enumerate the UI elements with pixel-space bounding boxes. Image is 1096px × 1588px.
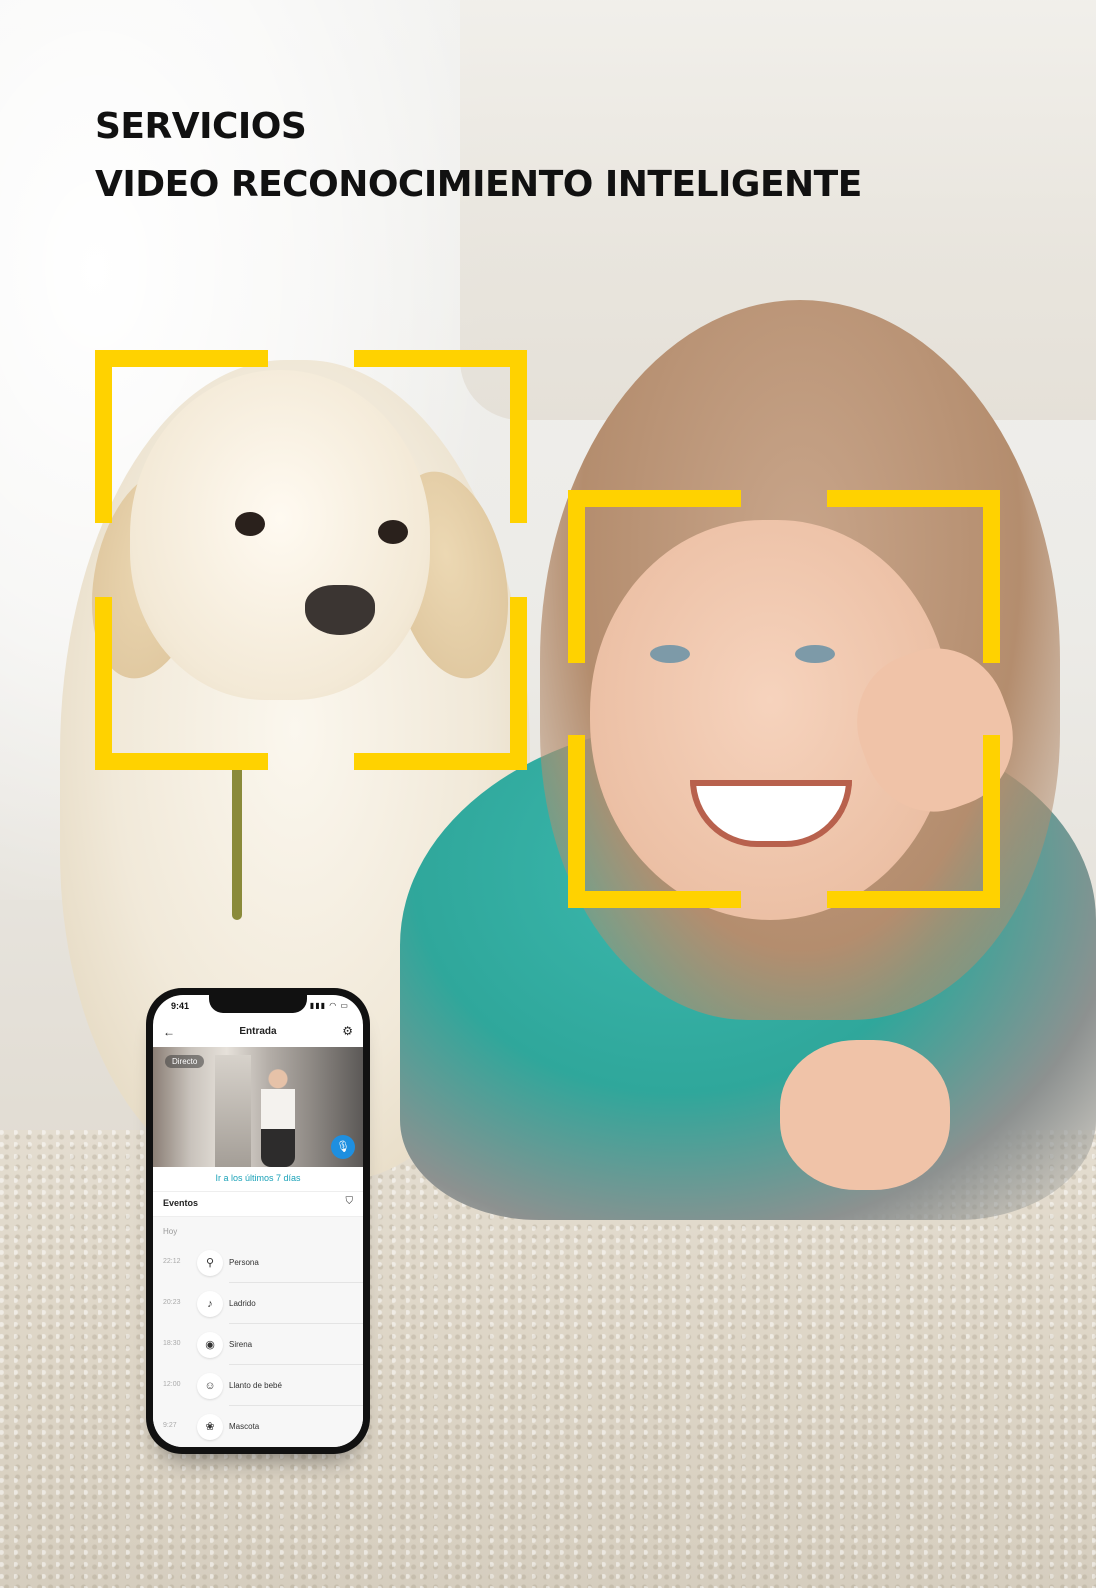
frame-corner [827,735,1000,908]
siren-icon: ◉ [197,1332,223,1358]
detection-frame-pet [95,350,527,770]
baby-icon: ☺ [197,1373,223,1399]
gear-icon[interactable]: ⚙ [342,1024,353,1038]
live-badge: Directo [165,1055,205,1068]
events-title: Eventos [163,1198,199,1208]
frame-corner [95,597,268,770]
events-list: Hoy 22:12 ⚲ Persona 20:23 ♪ Ladrido 18:3… [153,1217,363,1447]
video-door [215,1055,251,1167]
person-icon: ⚲ [197,1250,223,1276]
frame-corner [827,490,1000,663]
nav-title: Entrada [239,1026,277,1037]
status-time: 9:41 [171,1001,190,1011]
event-label: Llanto de bebé [229,1381,282,1390]
phone-notch [209,995,307,1013]
event-time: 20:23 [163,1299,181,1306]
event-time: 9:27 [163,1422,177,1429]
filter-icon[interactable]: ⛉ [346,1196,354,1207]
video-person [261,1069,295,1167]
event-item[interactable]: 22:12 ⚲ Persona [153,1243,363,1283]
frame-corner [354,350,527,523]
bark-icon: ♪ [197,1291,223,1317]
phone-mockup: 9:41 ▮▮▮ ◠ ▭ ← Entrada ⚙ Directo 🎙 Ir a … [146,988,370,1454]
event-label: Sirena [229,1340,253,1349]
event-time: 12:00 [163,1381,181,1388]
frame-corner [95,350,268,523]
event-item[interactable]: 18:30 ◉ Sirena [153,1325,363,1365]
status-icons: ▮▮▮ ◠ ▭ [309,1001,349,1010]
events-header: Eventos ⛉ [153,1191,363,1217]
paw-icon: ❀ [197,1414,223,1440]
title-line-2: VIDEO RECONOCIMIENTO INTELIGENTE [95,164,862,205]
girl-hand-carpet [780,1040,950,1190]
frame-corner [568,735,741,908]
day-label: Hoy [163,1227,178,1236]
frame-corner [568,490,741,663]
detection-frame-person [568,490,1000,908]
event-time: 18:30 [163,1340,181,1347]
last-7-days-link[interactable]: Ir a los últimos 7 días [153,1173,363,1183]
event-item[interactable]: 12:00 ☺ Llanto de bebé [153,1366,363,1406]
leash [232,760,242,920]
phone-screen: 9:41 ▮▮▮ ◠ ▭ ← Entrada ⚙ Directo 🎙 Ir a … [153,995,363,1447]
divider [229,1282,363,1283]
page-title: SERVICIOS VIDEO RECONOCIMIENTO INTELIGEN… [95,98,862,214]
event-label: Ladrido [229,1299,256,1308]
event-item[interactable]: 9:27 ❀ Mascota [153,1407,363,1447]
title-line-1: SERVICIOS [95,106,307,147]
live-video[interactable]: Directo 🎙 [153,1047,363,1167]
microphone-icon[interactable]: 🎙 [331,1135,355,1159]
event-label: Persona [229,1258,259,1267]
app-nav-bar: ← Entrada ⚙ [153,1023,363,1045]
divider [229,1323,363,1324]
event-time: 22:12 [163,1258,181,1265]
event-label: Mascota [229,1422,260,1431]
divider [229,1405,363,1406]
event-item[interactable]: 20:23 ♪ Ladrido [153,1284,363,1324]
frame-corner [354,597,527,770]
divider [229,1364,363,1365]
